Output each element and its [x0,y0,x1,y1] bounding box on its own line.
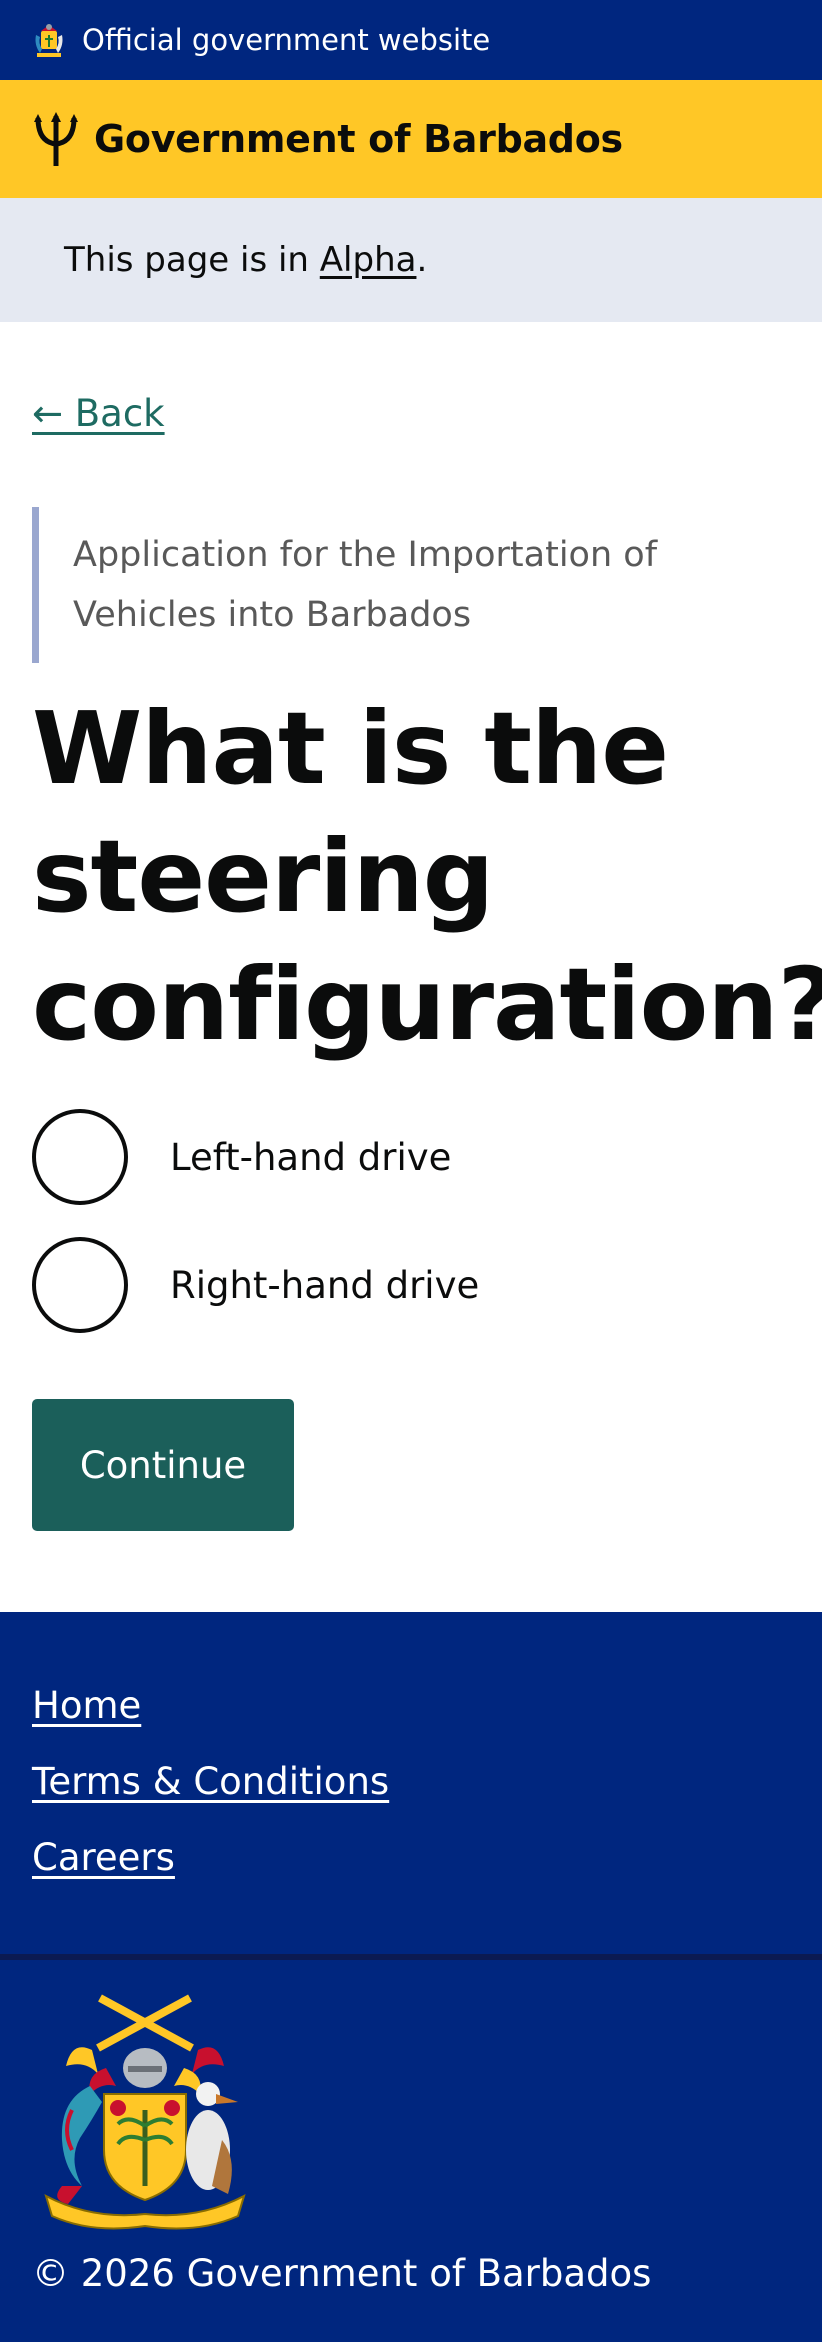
page-title: What is the steering configuration? [32,685,822,1069]
caption-line: Vehicles into Barbados [73,595,472,635]
title-line: What is the [32,690,669,807]
form-caption: Application for the Importation of Vehic… [32,507,790,663]
radio-option-right-hand-drive[interactable]: Right-hand drive [32,1237,790,1333]
radio-button[interactable] [32,1237,128,1333]
site-footer: Home Terms & Conditions Careers © 2026 G… [0,1612,822,2342]
title-line: configuration? [32,946,822,1063]
coat-of-arms-icon [44,1994,246,2230]
steering-radio-group: Left-hand drive Right-hand drive [32,1109,790,1333]
footer-bottom: © 2026 Government of Barbados [0,1960,822,2295]
copyright-text: © 2026 Government of Barbados [32,2252,652,2295]
footer-link-terms[interactable]: Terms & Conditions [32,1756,790,1832]
phase-banner: This page is in Alpha. [0,198,822,322]
radio-label[interactable]: Right-hand drive [170,1264,479,1307]
title-line: steering [32,818,494,935]
footer-nav: Home Terms & Conditions Careers [0,1612,822,1954]
phase-prefix: This page is in [64,240,320,280]
phase-link[interactable]: Alpha [320,240,417,280]
radio-button[interactable] [32,1109,128,1205]
main-content: ← Back Application for the Importation o… [0,322,822,1531]
coat-of-arms-icon [35,24,63,57]
continue-button[interactable]: Continue [32,1399,294,1531]
phase-suffix: . [416,240,428,280]
radio-option-left-hand-drive[interactable]: Left-hand drive [32,1109,790,1205]
official-website-banner: Official government website [0,0,822,80]
official-website-text: Official government website [82,23,491,57]
footer-link-home[interactable]: Home [32,1680,790,1756]
footer-link-careers[interactable]: Careers [32,1832,790,1908]
radio-label[interactable]: Left-hand drive [170,1136,451,1179]
site-brand-link[interactable]: Government of Barbados [94,117,623,161]
trident-icon [34,112,78,166]
caption-line: Application for the Importation of [73,535,658,575]
back-link[interactable]: ← Back [32,392,165,435]
site-header: Government of Barbados [0,80,822,198]
